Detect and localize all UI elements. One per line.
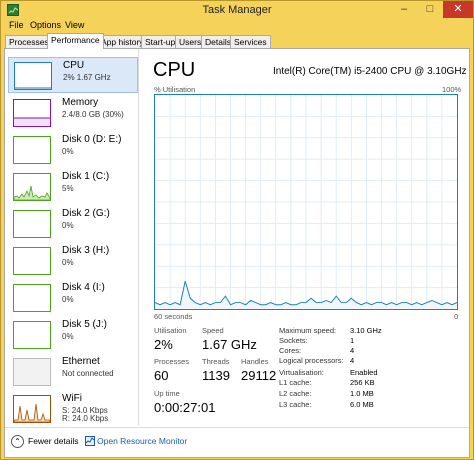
uptime-label: Up time xyxy=(154,389,180,398)
tab-services[interactable]: Services xyxy=(230,35,271,49)
sidebar-item-cpu[interactable]: CPU 2% 1.67 GHz xyxy=(8,57,138,93)
disk-1-thumbnail xyxy=(13,173,51,201)
task-manager-window: Task Manager – □ ✕ File Options View Pro… xyxy=(0,0,474,460)
threads-value: 1139 xyxy=(202,368,230,383)
utilisation-value: 2% xyxy=(154,337,173,352)
sidebar-item-sub: 2% 1.67 GHz xyxy=(63,73,111,82)
sidebar-item-wifi[interactable]: WiFi S: 24.0 Kbps R: 24.0 Kbps xyxy=(8,391,138,425)
processes-value: 60 xyxy=(154,368,169,383)
cpu-detail: CPU Intel(R) Core(TM) i5-2400 CPU @ 3.10… xyxy=(145,49,469,425)
sidebar-item-label: Disk 3 (H:) xyxy=(62,245,110,256)
cpu-utilisation-graph xyxy=(154,94,458,310)
graph-ymax: 100% xyxy=(442,85,462,94)
menu-bar: File Options View xyxy=(1,19,473,33)
spec-sockets-key: Sockets: xyxy=(279,336,308,345)
sidebar-item-label: Disk 5 (J:) xyxy=(62,319,107,330)
sidebar-item-disk-5[interactable]: Disk 5 (J:) 0% xyxy=(8,317,138,353)
maximize-button[interactable]: □ xyxy=(417,1,443,18)
sidebar-item-label: Disk 0 (D: E:) xyxy=(62,134,122,145)
spec-logical-val: 4 xyxy=(350,356,355,365)
sidebar-item-label: Memory xyxy=(62,97,99,108)
sidebar-item-disk-4[interactable]: Disk 4 (I:) 0% xyxy=(8,280,138,316)
spec-cores-key: Cores: xyxy=(279,346,302,355)
sidebar-item-sub: 0% xyxy=(62,147,74,156)
bottom-bar: ⌃ Fewer details Open Resource Monitor xyxy=(5,427,469,457)
resource-monitor-icon xyxy=(85,436,95,446)
graph-xmin: 0 xyxy=(454,312,459,321)
disk-5-thumbnail xyxy=(13,321,51,349)
spec-cores-val: 4 xyxy=(350,346,355,355)
handles-value: 29112 xyxy=(241,368,277,383)
disk-0-thumbnail xyxy=(13,136,51,164)
spec-virtualisation-val: Enabled xyxy=(350,368,378,377)
sidebar-item-sub: 5% xyxy=(62,184,74,193)
resource-sidebar: CPU 2% 1.67 GHz Memory 2.4/8.0 GB (30%) … xyxy=(5,49,139,425)
sidebar-item-sub2: R: 24.0 Kbps xyxy=(62,414,109,423)
processes-label: Processes xyxy=(154,357,190,366)
sidebar-item-sub: 0% xyxy=(62,258,74,267)
sidebar-item-sub: Not connected xyxy=(62,369,114,378)
menu-file[interactable]: File xyxy=(9,20,24,30)
spec-l2-val: 1.0 MB xyxy=(350,389,374,398)
disk-3-thumbnail xyxy=(13,247,51,275)
ethernet-thumbnail xyxy=(13,358,51,386)
spec-l1-key: L1 cache: xyxy=(279,378,312,387)
sidebar-item-ethernet[interactable]: Ethernet Not connected xyxy=(8,354,138,390)
spec-l1-val: 256 KB xyxy=(350,378,375,387)
menu-view[interactable]: View xyxy=(65,20,84,30)
tab-app-history[interactable]: App history xyxy=(97,35,148,49)
utilisation-label: Utilisation xyxy=(154,326,187,335)
sidebar-item-sub: 2.4/8.0 GB (30%) xyxy=(62,110,124,119)
sidebar-item-label: Disk 4 (I:) xyxy=(62,282,105,293)
sidebar-item-sub: 0% xyxy=(62,332,74,341)
spec-logical-key: Logical processors: xyxy=(279,356,344,365)
disk-2-thumbnail xyxy=(13,210,51,238)
performance-panel: CPU 2% 1.67 GHz Memory 2.4/8.0 GB (30%) … xyxy=(4,48,470,458)
page-title: CPU xyxy=(153,59,196,81)
sidebar-item-sub: 0% xyxy=(62,295,74,304)
sidebar-item-disk-1[interactable]: Disk 1 (C:) 5% xyxy=(8,169,138,205)
sidebar-item-label: Disk 1 (C:) xyxy=(62,171,110,182)
minimize-button[interactable]: – xyxy=(391,1,417,18)
sidebar-item-disk-0[interactable]: Disk 0 (D: E:) 0% xyxy=(8,132,138,168)
menu-options[interactable]: Options xyxy=(30,20,61,30)
uptime-value: 0:00:27:01 xyxy=(154,400,216,415)
speed-value: 1.67 GHz xyxy=(202,337,257,352)
tab-start-up[interactable]: Start-up xyxy=(141,35,180,49)
sidebar-item-label: Ethernet xyxy=(62,356,100,367)
sidebar-item-disk-3[interactable]: Disk 3 (H:) 0% xyxy=(8,243,138,279)
sidebar-item-label: CPU xyxy=(63,60,85,71)
tab-processes[interactable]: Processes xyxy=(5,35,53,49)
cpu-model: Intel(R) Core(TM) i5-2400 CPU @ 3.10GHz xyxy=(273,66,467,77)
sidebar-item-label: WiFi xyxy=(62,393,82,404)
sidebar-item-memory[interactable]: Memory 2.4/8.0 GB (30%) xyxy=(8,95,138,131)
spec-sockets-val: 1 xyxy=(350,336,355,345)
spec-l3-key: L3 cache: xyxy=(279,400,312,409)
graph-ylabel: % Utilisation xyxy=(154,85,196,94)
cpu-thumbnail xyxy=(14,62,52,90)
threads-label: Threads xyxy=(202,357,230,366)
handles-label: Handles xyxy=(241,357,269,366)
tab-performance[interactable]: Performance xyxy=(47,33,104,49)
sidebar-item-disk-2[interactable]: Disk 2 (G:) 0% xyxy=(8,206,138,242)
disk-4-thumbnail xyxy=(13,284,51,312)
open-resource-monitor-link[interactable]: Open Resource Monitor xyxy=(97,436,187,446)
chevron-up-icon[interactable]: ⌃ xyxy=(11,435,24,448)
sidebar-item-sub: 0% xyxy=(62,221,74,230)
speed-label: Speed xyxy=(202,326,224,335)
spec-max-speed-key: Maximum speed: xyxy=(279,326,337,335)
spec-virtualisation-key: Virtualisation: xyxy=(279,368,324,377)
wifi-thumbnail xyxy=(13,395,51,423)
title-bar[interactable]: Task Manager – □ ✕ xyxy=(1,1,473,19)
spec-max-speed-val: 3.10 GHz xyxy=(350,326,382,335)
spec-l3-val: 6.0 MB xyxy=(350,400,374,409)
spec-l2-key: L2 cache: xyxy=(279,389,312,398)
sidebar-item-label: Disk 2 (G:) xyxy=(62,208,110,219)
close-button[interactable]: ✕ xyxy=(443,1,473,18)
fewer-details-link[interactable]: Fewer details xyxy=(28,436,79,446)
memory-thumbnail xyxy=(13,99,51,127)
graph-xlabel: 60 seconds xyxy=(154,312,193,321)
